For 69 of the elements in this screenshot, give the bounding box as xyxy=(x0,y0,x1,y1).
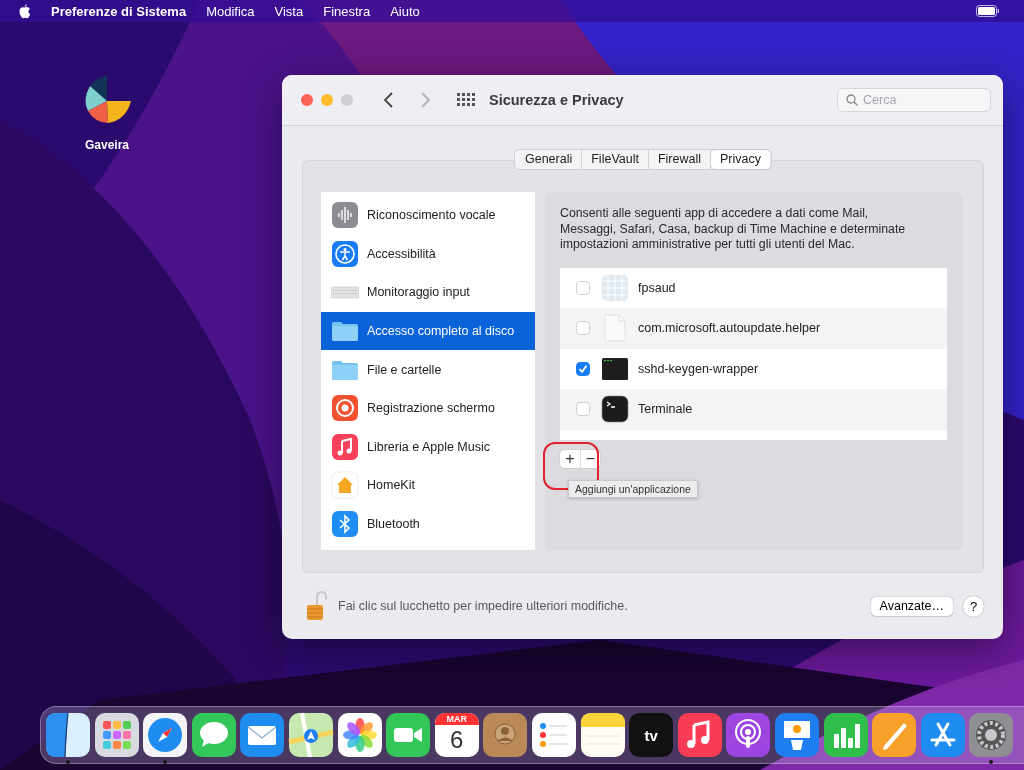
tv-app-icon[interactable]: tv xyxy=(629,713,674,757)
category-item[interactable]: Accessibilità xyxy=(321,234,535,274)
terminal-icon xyxy=(601,395,629,424)
category-item[interactable]: Bluetooth xyxy=(321,504,535,544)
music-note-icon[interactable] xyxy=(676,712,723,758)
menu-item[interactable]: Aiuto xyxy=(390,3,420,19)
category-item[interactable]: Monitoraggio input xyxy=(321,273,535,312)
app-store-icon[interactable] xyxy=(919,712,966,758)
menu-item[interactable]: Finestra xyxy=(323,3,371,19)
app-name: com.microsoft.autoupdate.helper xyxy=(638,321,821,336)
category-item[interactable]: Registrazione schermo xyxy=(321,388,535,428)
envelope-icon[interactable] xyxy=(239,712,286,758)
menu-app-name[interactable]: Preferenze di Sistema xyxy=(51,3,187,19)
document-icon xyxy=(601,314,629,343)
search-field[interactable]: Cerca xyxy=(837,88,991,112)
category-item[interactable]: HomeKit xyxy=(321,466,535,505)
calendar-icon[interactable]: MAR 6 xyxy=(434,713,479,757)
speech-bubble-icon[interactable] xyxy=(190,712,237,758)
category-item[interactable]: Accesso completo al disco xyxy=(321,311,535,351)
map-icon[interactable] xyxy=(287,712,334,758)
tooltip: Aggiungi un'applicazione xyxy=(568,480,698,498)
calendar-day: 6 xyxy=(450,725,464,755)
apple-icon[interactable] xyxy=(18,3,31,19)
menu-item[interactable]: Modifica xyxy=(206,3,255,19)
checklist-icon[interactable] xyxy=(530,712,577,758)
launchpad-icon[interactable] xyxy=(93,712,140,758)
window-title: Sicurezza e Privacy xyxy=(489,92,624,108)
menu-item[interactable]: Vista xyxy=(274,3,304,19)
description-text: Consenti alle seguenti app di accedere a dati come Mail, Messaggi, Safari, Casa, backup di Time Machine e determinate impostazioni amministrative per tutti gli utenti del Mac. xyxy=(560,206,907,253)
battery-icon[interactable] xyxy=(976,5,1000,17)
category-item[interactable]: File e cartelle xyxy=(321,350,535,389)
grid-icon xyxy=(601,273,629,302)
calendar-month: MAR xyxy=(434,713,479,725)
bar-chart-icon[interactable] xyxy=(822,712,869,758)
music-note-icon xyxy=(331,432,359,461)
tv-logo-text: tv xyxy=(644,726,658,744)
help-button[interactable]: ? xyxy=(963,595,984,617)
remove-button[interactable]: − xyxy=(580,449,600,468)
search-icon xyxy=(846,94,858,106)
category-item[interactable]: Riconoscimento vocale xyxy=(321,196,535,235)
grid-icon[interactable] xyxy=(457,93,475,107)
finder-icon[interactable] xyxy=(45,712,91,758)
desktop-icon-label: Gaveira xyxy=(84,138,129,152)
video-camera-icon[interactable] xyxy=(385,712,432,758)
record-icon xyxy=(331,394,359,423)
waveform-icon xyxy=(331,201,359,230)
close-button[interactable] xyxy=(301,94,313,106)
flower-icon[interactable] xyxy=(336,712,383,758)
pen-icon[interactable] xyxy=(871,712,918,758)
app-name: sshd-keygen-wrapper xyxy=(638,361,759,376)
podcast-icon[interactable] xyxy=(725,712,772,758)
compass-icon[interactable] xyxy=(142,712,189,758)
lock-message: Fai clic sul lucchetto per impedire ulteriori modifiche. xyxy=(338,599,628,613)
accessibility-icon xyxy=(331,239,359,268)
tab[interactable]: Privacy xyxy=(711,150,770,169)
app-name: fpsaud xyxy=(638,280,676,295)
app-name: Terminale xyxy=(638,402,693,417)
notepad-icon[interactable] xyxy=(579,712,626,758)
podium-icon[interactable] xyxy=(773,712,820,758)
tab[interactable]: FileVault xyxy=(582,150,649,169)
gear-icon[interactable] xyxy=(968,712,1015,758)
category-item[interactable]: Libreria e Apple Music xyxy=(321,427,535,467)
house-icon xyxy=(331,471,359,500)
back-button[interactable] xyxy=(383,91,395,109)
add-button[interactable]: + xyxy=(560,449,580,468)
checkbox[interactable] xyxy=(576,361,590,376)
contacts-book-icon[interactable] xyxy=(482,712,529,758)
bluetooth-icon xyxy=(331,510,359,539)
advanced-button[interactable]: Avanzate… xyxy=(870,596,953,616)
